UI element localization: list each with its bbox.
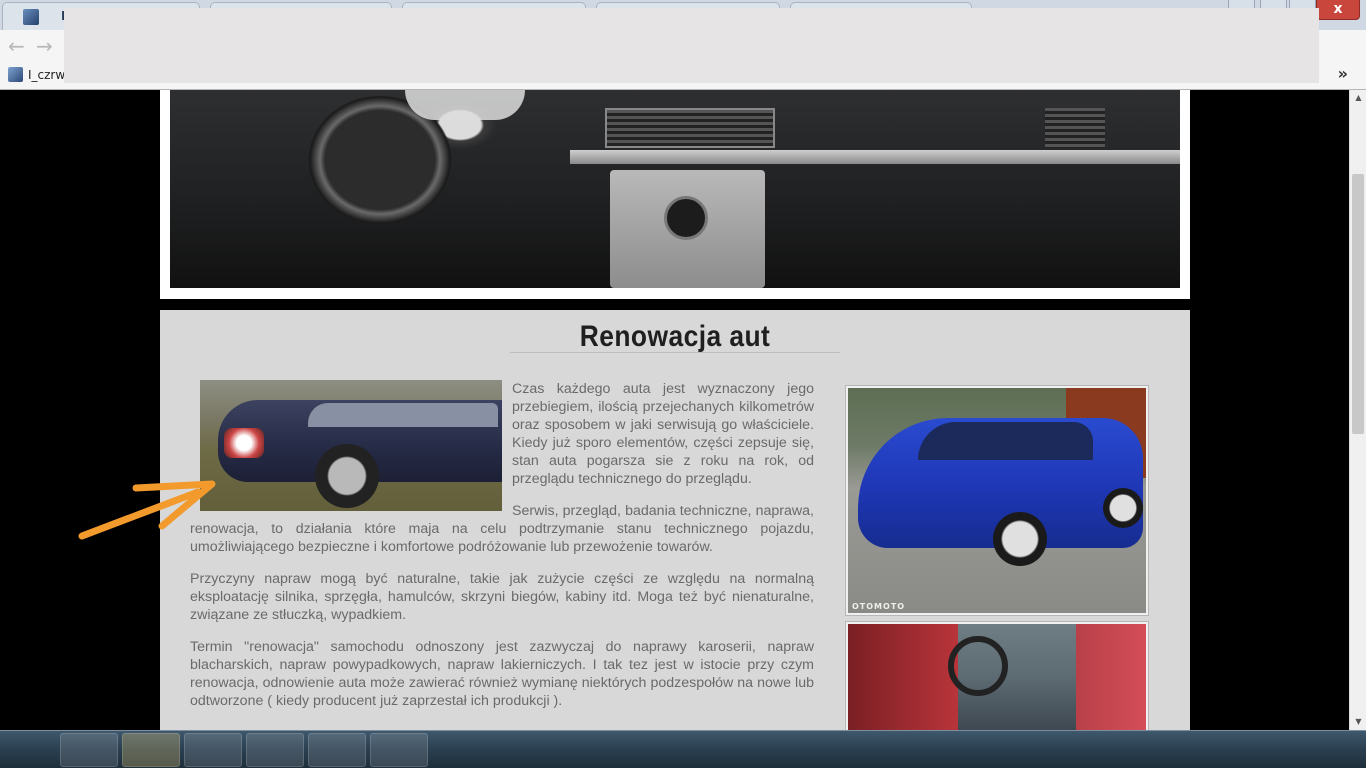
section-title: Renowacja aut <box>579 320 771 353</box>
forward-icon[interactable]: → <box>36 36 53 56</box>
bookmarks-overflow-button[interactable]: » <box>1338 64 1348 83</box>
broken-taillight <box>224 428 264 458</box>
bookmark-label: I_czrw <box>28 68 66 82</box>
taskbar-item-active[interactable] <box>122 733 180 767</box>
back-icon[interactable]: ← <box>8 36 25 56</box>
scroll-thumb[interactable] <box>1352 174 1364 434</box>
taskbar-item[interactable] <box>370 733 428 767</box>
scroll-up-icon[interactable]: ▲ <box>1350 90 1366 106</box>
page-scrollbar[interactable]: ▲ ▼ <box>1349 90 1366 730</box>
radio-knob <box>664 196 708 240</box>
bookmark-icon <box>8 67 23 82</box>
paragraph-1: Czas każdego auta jest wyznaczony jego p… <box>512 381 814 487</box>
steering-wheel <box>948 636 1008 696</box>
favicon-icon <box>23 9 39 25</box>
hero-banner <box>160 90 1190 299</box>
watermark-logo: OTOMOTO <box>852 602 906 611</box>
car-wheel <box>993 512 1047 566</box>
title-divider <box>510 352 840 353</box>
blue-car-window <box>918 422 1093 460</box>
scroll-down-icon[interactable]: ▼ <box>1350 714 1366 730</box>
air-vent-right <box>1045 108 1105 148</box>
damaged-car-image <box>200 380 502 511</box>
taskbar-item[interactable] <box>246 733 304 767</box>
content-section: Renowacja aut Czas każdego auta jest wyz… <box>160 310 1190 736</box>
car-door <box>848 624 958 733</box>
car-wheel <box>315 444 379 508</box>
taskbar-item[interactable] <box>308 733 366 767</box>
car-window <box>308 403 498 427</box>
bookmark-item[interactable]: I_czrw <box>8 67 65 82</box>
address-area-overlay <box>64 8 1319 83</box>
close-window-button[interactable]: x <box>1316 0 1360 20</box>
car-wheel <box>1103 488 1143 528</box>
taskbar-item[interactable] <box>184 733 242 767</box>
car-door-right <box>1076 624 1146 733</box>
dashboard-trim <box>570 150 1180 164</box>
red-car-interior-image <box>845 621 1149 736</box>
close-icon: x <box>1333 1 1343 17</box>
speedometer-gauge <box>405 90 525 120</box>
paragraph-2: Serwis, przegląd, badania techniczne, na… <box>190 503 814 555</box>
paragraph-4: Termin "renowacja" samochodu odnoszony j… <box>190 639 814 709</box>
browser-chrome: I x ← → ▾ I_czrw » <box>0 0 1366 90</box>
arrow-icon <box>78 480 216 540</box>
os-taskbar <box>0 730 1366 768</box>
car-interior-image <box>170 90 1180 288</box>
radio-console <box>610 170 765 288</box>
taskbar-item[interactable] <box>60 733 118 767</box>
paragraph-3: Przyczyny napraw mogą być naturalne, tak… <box>190 571 814 623</box>
air-vents <box>605 108 775 148</box>
blue-car-image: OTOMOTO <box>845 385 1149 616</box>
